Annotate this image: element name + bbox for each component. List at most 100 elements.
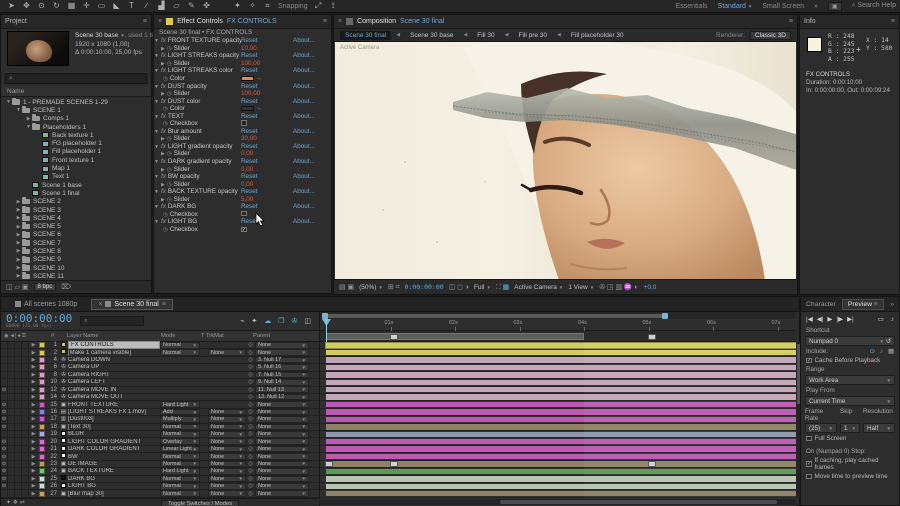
layer-row[interactable]: ⊙ ▶ 24 ▣ BACK TEXTURE Hard Light ▼ None ▼ ◎ None ▼ [1,468,319,476]
layer-name[interactable]: Camera MOVE OUT [68,394,160,400]
column-number[interactable]: # [51,333,54,339]
twirl-icon[interactable]: ▼ [154,204,159,210]
mode-select[interactable]: Normal ▼ [160,341,200,349]
reset-button[interactable]: Reset [241,143,293,150]
reset-button[interactable]: Reset [241,67,293,74]
param-value[interactable]: 100,00 [241,60,260,67]
layer-name[interactable]: Camera UP [68,364,160,370]
layer-audio-toggle[interactable] [8,408,15,416]
trkmat-select[interactable]: None ▼ [208,408,246,416]
param-value-cell[interactable]: 5,00 [241,196,293,203]
tab-character[interactable]: Character [806,301,836,308]
layer-track[interactable] [320,349,796,357]
twirl-icon[interactable]: ▼ [154,144,159,150]
about-link[interactable]: About... [293,83,331,90]
twirl-icon[interactable]: ▶ [15,215,22,221]
stopwatch-icon[interactable]: ◷ [167,197,172,203]
twirl-icon[interactable]: ▶ [29,461,38,467]
layer-name[interactable]: [Blur map 30] [68,491,160,497]
cache-before-playback-checkbox[interactable]: ✓ Cache Before Playback [801,356,899,365]
layer-row[interactable]: ⊙ ▶ 23 ▣ DE IMAGE Normal ▼ None ▼ ◎ None ▼ [1,460,319,469]
twirl-icon[interactable]: ▶ [15,224,22,230]
layer-color-chip[interactable] [39,423,45,430]
tree-item[interactable]: ▼ 1 - PREMADE SCENES 1-29 [1,98,151,106]
twirl-icon[interactable]: ▼ [154,68,159,74]
tab-info[interactable]: Info [804,18,816,25]
parent-select[interactable]: None ▼ [255,468,309,475]
param-value-cell[interactable] [241,210,293,219]
layer-name[interactable]: Camera MOVE IN [68,387,160,393]
zoom-tool[interactable]: ⊙ [34,0,49,12]
layer-audio-toggle[interactable] [8,342,15,349]
trkmat-select[interactable]: None ▼ [208,475,246,483]
layer-color-chip[interactable] [39,446,45,453]
layer-audio-toggle[interactable] [8,453,15,460]
layer-duration-bar[interactable] [326,349,796,356]
about-link[interactable]: About... [293,128,331,135]
layer-lock-toggle[interactable] [22,408,29,416]
stopwatch-icon[interactable]: ◷ [163,76,168,82]
parent-select[interactable]: 3. Null 17 ▼ [255,356,309,364]
layer-duration-bar[interactable] [326,379,796,386]
param-value-cell[interactable]: → [241,75,293,82]
twirl-icon[interactable]: ▼ [154,99,159,105]
twirl-icon[interactable]: ▶ [29,431,38,437]
panel-menu-icon[interactable]: ≡ [789,18,793,25]
layer-track[interactable] [320,387,796,394]
twirl-icon[interactable]: ▶ [15,248,22,254]
layer-lock-toggle[interactable] [22,379,29,386]
layer-duration-bar[interactable] [326,431,796,437]
param-value-cell[interactable]: 0,00 [241,166,293,173]
layer-track[interactable] [320,483,796,491]
layer-duration-bar[interactable] [326,476,796,482]
layer-lock-toggle[interactable] [22,431,29,438]
parent-select[interactable]: None ▼ [255,401,309,408]
trkmat-select[interactable]: None ▼ [208,453,246,460]
param-value-cell[interactable]: 10,00 [241,45,293,52]
parent-select[interactable]: None ▼ [255,349,309,356]
layer-track[interactable] [320,372,796,380]
layer-visibility-toggle[interactable] [1,349,8,356]
effect-header[interactable]: ▼ fx BW opacity Reset About... [154,173,331,181]
twirl-icon[interactable]: ▼ [154,53,159,59]
trkmat-select[interactable]: None ▼ [208,349,246,356]
layer-visibility-toggle[interactable] [1,393,8,401]
layer-name[interactable]: LIGHT BG [68,483,160,489]
bit-depth-button[interactable]: 8 bpc [33,282,57,291]
layer-visibility-toggle[interactable]: ⊙ [1,468,8,475]
parent-pickwhip-icon[interactable]: ◎ [246,431,255,437]
layer-visibility-toggle[interactable] [1,342,8,349]
twirl-icon[interactable]: ▶ [161,46,165,52]
stopwatch-icon[interactable]: ◷ [163,227,168,233]
layer-duration-bar[interactable] [326,416,796,423]
twirl-icon[interactable]: ▶ [29,357,38,363]
reset-icon[interactable]: ↺ [886,338,891,345]
layer-visibility-toggle[interactable]: ⊙ [1,460,8,468]
twirl-icon[interactable]: ▶ [161,136,165,142]
trkmat-select[interactable]: None ▼ [208,482,246,490]
hand-tool[interactable]: ✥ [19,0,34,12]
about-link[interactable]: About... [293,113,331,120]
layer-row[interactable]: ▶ 1 FX CONTROLS Normal ▼ ◎ None ▼ [1,341,319,350]
navigator-handle-left[interactable] [322,312,328,319]
twirl-icon[interactable]: ▶ [29,387,38,393]
layer-name[interactable]: DE IMAGE [68,461,160,467]
parent-select[interactable]: None ▼ [255,438,309,445]
layer-row[interactable]: ⊙ ▶ 22 BW Normal ▼ None ▼ ◎ None ▼ [1,453,319,461]
frame-blend-icon[interactable]: ❒ [278,317,284,325]
twirl-icon[interactable]: ▼ [154,189,159,195]
about-link[interactable]: About... [293,173,331,180]
layer-solo-toggle[interactable] [15,423,22,431]
motion-blur-toggle-icon[interactable]: ⇌ [20,500,25,506]
layer-name[interactable]: DARK BG [68,476,160,482]
parent-pickwhip-icon[interactable]: ◎ [246,416,255,422]
layer-track[interactable] [320,379,796,387]
param-value[interactable]: 10,00 [241,45,257,52]
effect-header[interactable]: ▼ fx BACK TEXTURE opacity Reset About... [154,188,331,196]
layer-name[interactable]: Camera LEFT [68,379,160,385]
twirl-icon[interactable]: ▶ [15,207,22,213]
layer-color-chip[interactable] [39,401,45,408]
trkmat-select[interactable]: None ▼ [208,423,246,431]
composition-marker[interactable] [389,333,398,340]
layer-solo-toggle[interactable] [15,386,22,393]
